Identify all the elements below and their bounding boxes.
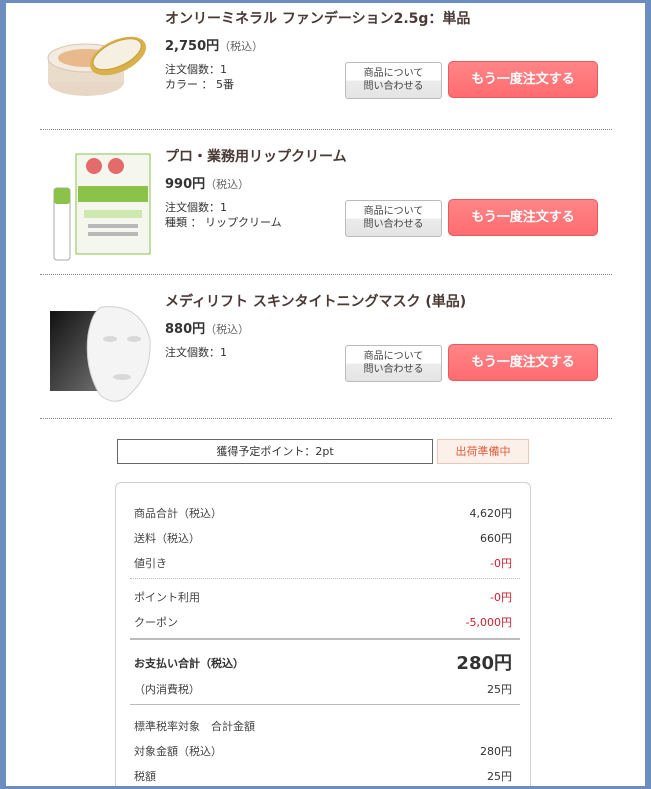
summary-divider (130, 638, 520, 640)
subtotal-row: 商品合計（税込） 4,620円 (134, 505, 512, 523)
order-item-face-mask: メディリフト スキンタイトニングマスク (単品) 880円（税込） 注文個数：1… (40, 291, 612, 411)
order-item-lip-cream: プロ・業務用リップクリーム 990円（税込） 注文個数：1 種類 ： リップクリ… (40, 146, 612, 266)
total-row: お支払い合計（税込） 280円 (134, 649, 512, 675)
item-quantity: 注文個数：1 (165, 63, 227, 76)
item-price: 880円（税込） (165, 318, 249, 337)
price-amount: 2,750円 (165, 39, 220, 54)
points-used-row: ポイント利用 -0円 (134, 589, 512, 607)
item-option: カラー ： 5番 (165, 78, 234, 91)
item-name[interactable]: プロ・業務用リップクリーム (165, 146, 347, 166)
subtotal-label: 商品合計（税込） (134, 507, 222, 520)
item-quantity: 注文個数：1 (165, 201, 227, 214)
inquiry-button[interactable]: 商品について 問い合わせる (345, 345, 442, 382)
payment-summary: 商品合計（税込） 4,620円 送料（税込） 660円 値引き -0円 ポイント… (115, 482, 531, 786)
inner-tax-row: （内消費税） 25円 (134, 681, 512, 699)
divider (40, 129, 612, 130)
reorder-button[interactable]: もう一度注文する (448, 61, 598, 98)
order-detail: オンリーミネラル ファンデーション2.5g：単品 2,750円（税込） 注文個数… (6, 3, 645, 786)
coupon-row: クーポン -5,000円 (134, 614, 512, 632)
inquiry-button[interactable]: 商品について 問い合わせる (345, 200, 442, 237)
points-used-value: -0円 (490, 591, 512, 604)
tax-label: 税額 (134, 770, 156, 783)
subtotal-value: 4,620円 (469, 507, 513, 520)
taxable-row: 対象金額（税込） 280円 (134, 743, 512, 761)
inquiry-button[interactable]: 商品について 問い合わせる (345, 62, 442, 99)
inquiry-label-1: 商品について (363, 206, 424, 217)
inquiry-label-2: 問い合わせる (363, 219, 424, 230)
tax-value: 25円 (487, 770, 512, 783)
inquiry-label-1: 商品について (363, 68, 424, 79)
item-price: 990円（税込） (165, 173, 249, 192)
price-amount: 990円 (165, 177, 206, 192)
tax-row: 税額 25円 (134, 768, 512, 786)
total-value: 280円 (456, 653, 512, 674)
shipping-status-badge: 出荷準備中 (437, 439, 529, 464)
price-amount: 880円 (165, 322, 206, 337)
shipping-value: 660円 (480, 532, 512, 545)
tax-note: （税込） (205, 323, 250, 336)
tax-header: 標準税率対象 合計金額 (134, 720, 255, 733)
item-name[interactable]: オンリーミネラル ファンデーション2.5g：単品 (165, 8, 470, 28)
shipping-label: 送料（税込） (134, 532, 200, 545)
divider (40, 418, 612, 419)
summary-divider (130, 578, 520, 579)
lip-cream-product-image[interactable] (40, 152, 156, 262)
shipping-row: 送料（税込） 660円 (134, 530, 512, 548)
inquiry-label-2: 問い合わせる (363, 81, 424, 92)
discount-row: 値引き -0円 (134, 555, 512, 573)
coupon-value: -5,000円 (465, 616, 512, 629)
inquiry-label-1: 商品について (363, 351, 424, 362)
discount-value: -0円 (490, 557, 512, 570)
order-item-foundation: オンリーミネラル ファンデーション2.5g：単品 2,750円（税込） 注文個数… (40, 8, 612, 128)
face-mask-product-image[interactable] (40, 299, 156, 409)
divider (40, 274, 612, 275)
item-price: 2,750円（税込） (165, 35, 263, 54)
inner-tax-value: 25円 (487, 683, 512, 696)
tax-header-row: 標準税率対象 合計金額 (134, 718, 512, 736)
earned-points-box: 獲得予定ポイント：2pt (117, 439, 433, 464)
reorder-button[interactable]: もう一度注文する (448, 199, 598, 236)
coupon-label: クーポン (134, 616, 178, 629)
item-quantity: 注文個数：1 (165, 346, 227, 359)
foundation-product-image[interactable] (40, 18, 156, 128)
item-name[interactable]: メディリフト スキンタイトニングマスク (単品) (165, 291, 466, 311)
total-label: お支払い合計（税込） (134, 657, 244, 670)
tax-note: （税込） (205, 178, 250, 191)
inquiry-label-2: 問い合わせる (363, 364, 424, 375)
reorder-button[interactable]: もう一度注文する (448, 344, 598, 381)
discount-label: 値引き (134, 557, 167, 570)
tax-note: （税込） (219, 40, 264, 53)
taxable-label: 対象金額（税込） (134, 745, 222, 758)
points-used-label: ポイント利用 (134, 591, 200, 604)
inner-tax-label: （内消費税） (134, 683, 200, 696)
summary-divider (130, 704, 520, 705)
item-option: 種類 ： リップクリーム (165, 216, 282, 229)
taxable-value: 280円 (480, 745, 512, 758)
